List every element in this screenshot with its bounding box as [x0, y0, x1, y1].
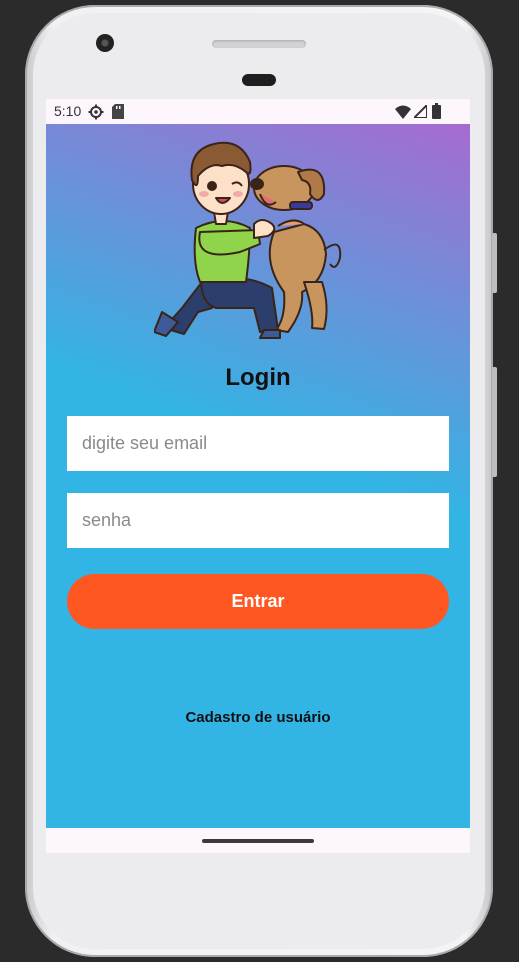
navigation-bar: [46, 828, 470, 853]
volume-button: [492, 367, 497, 477]
speaker-grille: [212, 40, 306, 48]
home-gesture-handle[interactable]: [202, 839, 314, 843]
sd-card-icon: [112, 104, 124, 119]
battery-icon: [432, 103, 441, 119]
password-field[interactable]: [67, 493, 449, 548]
status-bar: 5:10: [46, 99, 470, 124]
email-field[interactable]: [67, 416, 449, 471]
login-screen: Login Entrar Cadastro de usuário: [46, 124, 470, 828]
page-title: Login: [225, 364, 291, 391]
front-camera: [96, 34, 114, 52]
status-time: 5:10: [54, 103, 82, 119]
signup-link[interactable]: Cadastro de usuário: [46, 709, 470, 726]
cell-signal-icon: [414, 105, 427, 118]
wifi-icon: [395, 105, 411, 119]
login-button[interactable]: Entrar: [67, 574, 449, 629]
screen: 5:10 Login digite seu email Entrar Cadas…: [46, 99, 470, 853]
earpiece: [242, 74, 276, 86]
boy-with-dog-illustration: [154, 141, 342, 339]
power-button: [492, 233, 497, 293]
settings-icon: [88, 104, 104, 120]
